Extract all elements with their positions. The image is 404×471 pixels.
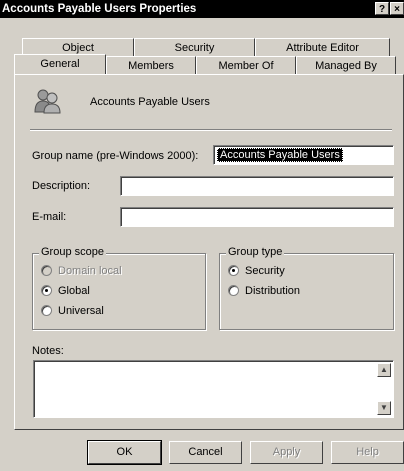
cancel-button[interactable]: Cancel xyxy=(169,441,242,464)
help-button[interactable]: Help xyxy=(331,441,404,464)
separator xyxy=(30,129,392,131)
scroll-up-icon[interactable]: ▲ xyxy=(377,363,391,377)
apply-button[interactable]: Apply xyxy=(250,441,323,464)
tab-general[interactable]: General xyxy=(14,54,106,74)
radio-button xyxy=(228,285,239,296)
group-type-box: Group type Security Distribution xyxy=(219,246,394,330)
close-title-button[interactable]: × xyxy=(390,2,404,15)
group-type-legend: Group type xyxy=(226,246,285,258)
tab-security[interactable]: Security xyxy=(134,38,255,56)
radio-distribution[interactable]: Distribution xyxy=(228,284,300,298)
email-label: E-mail: xyxy=(32,211,67,223)
radio-security[interactable]: Security xyxy=(228,264,285,278)
radio-button xyxy=(41,265,52,276)
description-field[interactable] xyxy=(120,176,394,196)
email-field[interactable] xyxy=(120,207,394,227)
group-name-label: Group name (pre-Windows 2000): xyxy=(32,150,199,162)
help-title-button[interactable]: ? xyxy=(375,2,389,15)
radio-button xyxy=(228,265,239,276)
notes-label: Notes: xyxy=(32,345,64,357)
question-icon: ? xyxy=(378,4,386,15)
close-icon: × xyxy=(394,4,400,15)
radio-button xyxy=(41,305,52,316)
title-bar: Accounts Payable Users Properties xyxy=(0,0,404,18)
tab-members[interactable]: Members xyxy=(106,56,196,74)
tab-attribute-editor[interactable]: Attribute Editor xyxy=(255,38,390,56)
group-scope-legend: Group scope xyxy=(39,246,106,258)
group-name-field[interactable]: Accounts Payable Users xyxy=(213,145,394,165)
tab-member-of[interactable]: Member Of xyxy=(196,56,296,74)
radio-universal[interactable]: Universal xyxy=(41,304,104,318)
window-title: Accounts Payable Users Properties xyxy=(2,3,197,15)
notes-field[interactable]: ▲ ▼ xyxy=(33,360,394,418)
group-display-name: Accounts Payable Users xyxy=(90,96,210,108)
description-label: Description: xyxy=(32,180,91,192)
tab-managed-by[interactable]: Managed By xyxy=(296,56,396,74)
radio-domain-local[interactable]: Domain local xyxy=(41,264,122,278)
group-scope-box: Group scope Domain local Global Universa… xyxy=(32,246,206,330)
radio-global[interactable]: Global xyxy=(41,284,90,298)
radio-button xyxy=(41,285,52,296)
ok-button[interactable]: OK xyxy=(87,440,162,465)
group-users-icon xyxy=(33,88,63,114)
scroll-down-icon[interactable]: ▼ xyxy=(377,401,391,415)
